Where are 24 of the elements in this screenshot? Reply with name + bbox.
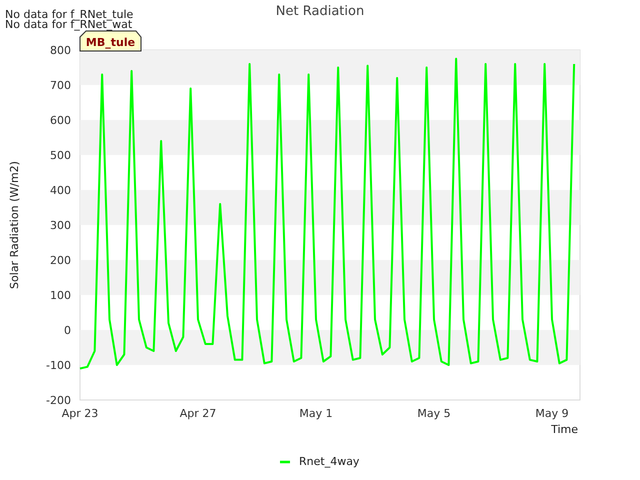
x-tick-label: Apr 23 (62, 407, 98, 420)
y-tick-label: -200 (46, 394, 71, 407)
x-tick-label: May 1 (299, 407, 333, 420)
x-tick-label: May 5 (417, 407, 451, 420)
y-tick-label: -100 (46, 359, 71, 372)
y-tick-label: 400 (50, 184, 71, 197)
y-tick-label: 700 (50, 79, 71, 92)
y-tick-label: 300 (50, 219, 71, 232)
y-axis-label: Solar Radiation (W/m2) (8, 161, 21, 289)
x-tick-label: May 9 (535, 407, 569, 420)
no-data-message: No data for f_RNet_wat (5, 18, 132, 31)
legend-swatch (280, 460, 290, 464)
y-tick-label: 100 (50, 289, 71, 302)
chart-title: Net Radiation (276, 4, 364, 19)
y-tick-label: 200 (50, 254, 71, 267)
tag-label: MB_tule (80, 30, 142, 52)
y-tick-label: 600 (50, 114, 71, 127)
no-data-message: No data for f_RNet_tule (5, 8, 134, 21)
y-tick-label: 0 (64, 324, 71, 337)
x-axis-label: Time (551, 423, 578, 436)
x-tick-label: Apr 27 (180, 407, 216, 420)
y-tick-label: 800 (50, 44, 71, 57)
legend-label: Rnet_4way (299, 455, 360, 468)
y-tick-label: 500 (50, 149, 71, 162)
